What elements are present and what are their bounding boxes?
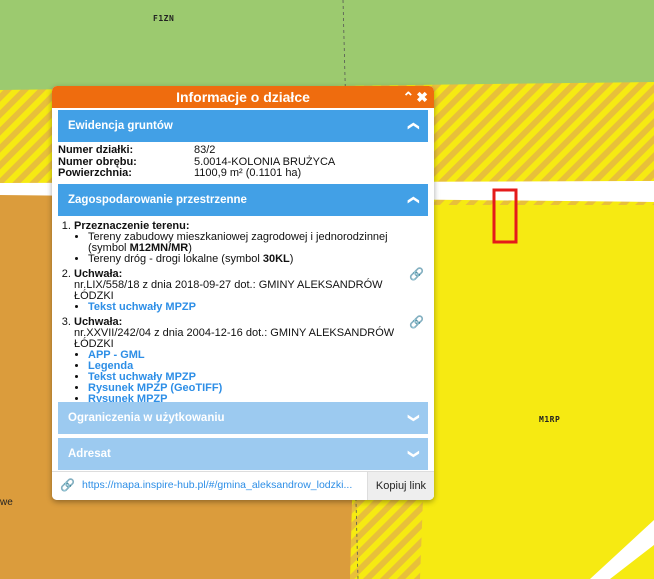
copy-link-button[interactable]: Kopiuj link [367, 472, 434, 500]
label-numer-dzialki: Numer działki: [58, 144, 134, 156]
value-numer-dzialki: 83/2 [194, 144, 216, 156]
bullet-text: Tereny dróg - drogi lokalne (symbol [88, 252, 263, 265]
section-ewidencja-title: Ewidencja gruntów [68, 120, 173, 132]
panel-title: Informacje o działce [176, 89, 310, 105]
plan-item-uchwala-2: Uchwała: 🔗 nr.XXVII/242/04 z dnia 2004-1… [74, 315, 428, 405]
row-powierzchnia: Powierzchnia: 1100,9 m² (0.1101 ha) [52, 167, 434, 180]
uchwala-text: nr.XXVII/242/04 z dnia 2004-12-16 dot.: … [74, 326, 395, 350]
section-ewidencja-header[interactable]: Ewidencja gruntów ❮ [58, 110, 428, 142]
label-powierzchnia: Powierzchnia: [58, 167, 132, 179]
section-adresat-header[interactable]: Adresat ❯ [58, 438, 428, 470]
chevron-up-icon: ❮ [407, 121, 420, 131]
section-ograniczenia-header[interactable]: Ograniczenia w użytkowaniu ❯ [58, 402, 428, 434]
share-url[interactable]: https://mapa.inspire-hub.pl/#/gmina_alek… [82, 479, 362, 491]
section-zagospodarowanie-header[interactable]: Zagospodarowanie przestrzenne ❮ [58, 183, 428, 216]
close-icon[interactable]: ✖ [416, 86, 428, 108]
uchwala-label: Uchwała: [74, 315, 123, 328]
chevron-up-icon: ❮ [407, 194, 420, 205]
link-icon[interactable]: 🔗 [409, 316, 424, 328]
uchwala-text: nr.LIX/558/18 z dnia 2018-09-27 dot.: GM… [74, 278, 383, 302]
row-numer-dzialki: Numer działki: 83/2 [52, 144, 434, 157]
parcel-info-panel: Informacje o działce ⌃ ✖ Ewidencja grunt… [52, 86, 434, 500]
chevron-down-icon: ❯ [407, 449, 420, 459]
przeznaczenie-bullet-2: Tereny dróg - drogi lokalne (symbol 30KL… [88, 252, 428, 265]
zone-label-top: F1ZN [153, 14, 175, 23]
uchwala-label: Uchwała: [74, 267, 123, 280]
plan-item-przeznaczenie: Przeznaczenie terenu: Tereny zabudowy mi… [74, 220, 428, 265]
przeznaczenie-bullet-1: Tereny zabudowy mieszkaniowej zagrodowej… [88, 231, 428, 254]
section-adresat-title: Adresat [68, 448, 111, 460]
value-powierzchnia: 1100,9 m² (0.1101 ha) [194, 167, 302, 179]
panel-header: Informacje o działce ⌃ ✖ [52, 86, 434, 108]
link-icon[interactable]: 🔗 [409, 268, 424, 280]
section-ograniczenia-title: Ograniczenia w użytkowaniu [68, 412, 225, 424]
section-zagospodarowanie-title: Zagospodarowanie przestrzenne [68, 193, 247, 206]
chevron-down-icon: ❯ [407, 413, 420, 423]
bullet-end: ) [289, 252, 294, 265]
panel-footer: 🔗 https://mapa.inspire-hub.pl/#/gmina_al… [52, 471, 434, 500]
zone-label-right: M1RP [539, 415, 561, 424]
map-edge-text: we [0, 497, 13, 508]
symbol-30kl: 30KL [262, 252, 290, 265]
plan-item-uchwala-1: Uchwała: 🔗 nr.LIX/558/18 z dnia 2018-09-… [74, 267, 428, 313]
zone-yellow [420, 205, 654, 579]
plan-content: Przeznaczenie terenu: Tereny zabudowy mi… [52, 216, 434, 405]
link-icon: 🔗 [60, 478, 75, 492]
link-tekst-uchwaly[interactable]: Tekst uchwały MPZP [88, 301, 196, 313]
collapse-icon[interactable]: ⌃ [403, 86, 415, 108]
